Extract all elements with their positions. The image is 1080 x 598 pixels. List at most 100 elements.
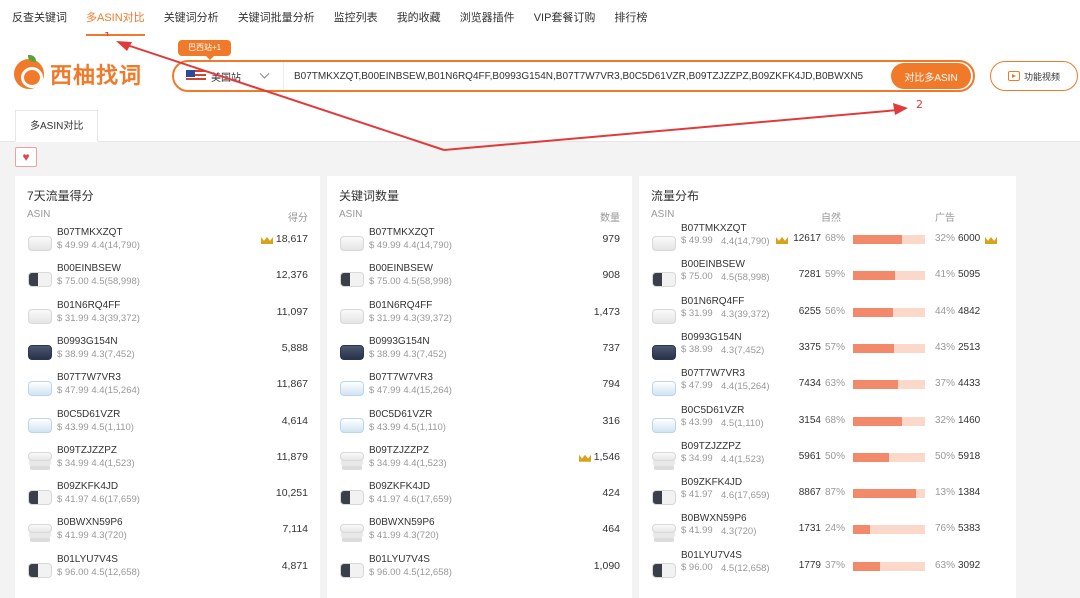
product-thumbnail[interactable]	[339, 339, 364, 363]
product-thumbnail[interactable]	[339, 448, 364, 472]
asin-link[interactable]: B07TMKXZQT	[369, 227, 435, 238]
asin-link[interactable]: B00EINBSEW	[681, 259, 745, 270]
product-thumbnail[interactable]	[339, 230, 364, 254]
product-thumbnail[interactable]	[651, 339, 676, 363]
asin-link[interactable]: B00EINBSEW	[57, 263, 121, 274]
product-thumbnail[interactable]	[651, 303, 676, 327]
asin-link[interactable]: B01LYU7V4S	[681, 550, 742, 561]
price: $ 34.99	[681, 452, 713, 464]
crown-icon	[579, 452, 591, 462]
natural-share-fill	[853, 489, 916, 499]
product-thumbnail[interactable]	[339, 557, 364, 581]
product-thumbnail[interactable]	[651, 230, 676, 254]
product-thumbnail[interactable]	[651, 266, 676, 290]
product-thumbnail[interactable]	[339, 412, 364, 436]
product-thumbnail[interactable]	[339, 375, 364, 399]
product-thumbnail[interactable]	[339, 303, 364, 327]
product-thumbnail[interactable]	[339, 266, 364, 290]
product-thumbnail[interactable]	[339, 520, 364, 544]
asin-link[interactable]: B01LYU7V4S	[57, 554, 118, 565]
tab-multi-asin-compare[interactable]: 多ASIN对比	[15, 110, 99, 142]
favorite-heart-button[interactable]: ♥	[15, 147, 37, 167]
table-row: B07TMKXZQT $ 49.99 4.4(14,790) 18,617	[15, 226, 320, 262]
nav-item-6[interactable]: 浏览器插件	[460, 0, 515, 36]
asin-link[interactable]: B01LYU7V4S	[369, 554, 430, 565]
nav-item-3[interactable]: 关键词批量分析	[238, 0, 315, 36]
asin-link[interactable]: B0993G154N	[681, 332, 742, 343]
product-thumbnail[interactable]	[651, 448, 676, 472]
nav-item-7[interactable]: VIP套餐订购	[534, 0, 596, 36]
ad-percent: 13%	[935, 487, 956, 499]
nav-item-5[interactable]: 我的收藏	[397, 0, 441, 36]
rating: 4.3(39,372)	[91, 312, 140, 324]
asin-link[interactable]: B07T7W7VR3	[57, 372, 121, 383]
price: $ 34.99	[57, 457, 89, 469]
rating: 4.5(12,658)	[91, 566, 140, 578]
asin-link[interactable]: B0C5D61VZR	[681, 405, 744, 416]
product-thumbnail[interactable]	[27, 557, 52, 581]
product-thumbnail[interactable]	[651, 412, 676, 436]
asin-link[interactable]: B07TMKXZQT	[57, 227, 123, 238]
product-thumbnail[interactable]	[27, 520, 52, 544]
product-thumbnail[interactable]	[27, 375, 52, 399]
asin-link[interactable]: B07TMKXZQT	[681, 223, 747, 234]
asin-link[interactable]: B00EINBSEW	[369, 263, 433, 274]
rating: 4.4(1,523)	[91, 457, 135, 469]
nav-item-4[interactable]: 监控列表	[334, 0, 378, 36]
natural-percent: 59%	[825, 269, 846, 281]
asin-link[interactable]: B09TZJZZPZ	[681, 441, 741, 452]
price: $ 75.00	[369, 276, 401, 288]
nav-item-8[interactable]: 排行榜	[614, 0, 647, 36]
product-thumbnail[interactable]	[27, 412, 52, 436]
product-thumbnail[interactable]	[651, 520, 676, 544]
product-thumbnail[interactable]	[27, 484, 52, 508]
product-thumbnail[interactable]	[339, 484, 364, 508]
asin-link[interactable]: B0BWXN59P6	[57, 517, 123, 528]
asin-link[interactable]: B09TZJZZPZ	[369, 445, 429, 456]
keyword-count: 908	[602, 269, 620, 282]
rating: 4.6(17,659)	[403, 494, 452, 506]
product-thumbnail[interactable]	[651, 375, 676, 399]
table-row: B0C5D61VZR $ 43.99 4.5(1,110) 4,614	[15, 408, 320, 444]
asin-input[interactable]	[284, 70, 891, 82]
asin-link[interactable]: B0BWXN59P6	[681, 513, 747, 524]
logo[interactable]: 西柚找词	[14, 55, 142, 90]
product-thumbnail[interactable]	[27, 230, 52, 254]
asin-link[interactable]: B01N6RQ4FF	[57, 300, 120, 311]
asin-link[interactable]: B0993G154N	[369, 336, 430, 347]
asin-link[interactable]: B0993G154N	[57, 336, 118, 347]
product-thumbnail[interactable]	[651, 484, 676, 508]
asin-link[interactable]: B09TZJZZPZ	[57, 445, 117, 456]
product-thumbnail[interactable]	[27, 448, 52, 472]
asin-link[interactable]: B0BWXN59P6	[369, 517, 435, 528]
video-play-icon	[1007, 71, 1020, 81]
price: $ 49.99	[681, 235, 713, 246]
col-header-asin: ASIN	[27, 209, 51, 220]
price-rating: $ 38.99 4.3(7,452)	[369, 349, 447, 360]
keyword-count: 316	[602, 414, 620, 427]
asin-link[interactable]: B07T7W7VR3	[369, 372, 433, 383]
compare-asin-button[interactable]: 对比多ASIN	[891, 63, 971, 89]
nav-item-1[interactable]: 多ASIN对比	[86, 0, 145, 36]
asin-link[interactable]: B0C5D61VZR	[369, 409, 432, 420]
product-thumbnail[interactable]	[27, 266, 52, 290]
asin-link[interactable]: B01N6RQ4FF	[369, 300, 432, 311]
extra-site-badge[interactable]: 巴西站+1	[178, 40, 232, 60]
product-thumbnail[interactable]	[27, 303, 52, 327]
asin-link[interactable]: B09ZKFK4JD	[369, 481, 430, 492]
price: $ 38.99	[57, 348, 89, 360]
nav-item-0[interactable]: 反查关键词	[12, 0, 67, 36]
site-select[interactable]: 美国站	[174, 62, 284, 90]
asin-link[interactable]: B07T7W7VR3	[681, 368, 745, 379]
nav-item-2[interactable]: 关键词分析	[164, 0, 219, 36]
asin-link[interactable]: B0C5D61VZR	[57, 409, 120, 420]
asin-link[interactable]: B01N6RQ4FF	[681, 296, 744, 307]
ad-traffic: 1460	[958, 414, 981, 426]
product-thumbnail[interactable]	[651, 557, 676, 581]
rating: 4.4(1,523)	[403, 457, 447, 469]
feature-video-button[interactable]: 功能视频	[990, 61, 1078, 91]
asin-link[interactable]: B09ZKFK4JD	[57, 481, 118, 492]
rating: 4.3(39,372)	[403, 312, 452, 324]
product-thumbnail[interactable]	[27, 339, 52, 363]
asin-link[interactable]: B09ZKFK4JD	[681, 477, 742, 488]
